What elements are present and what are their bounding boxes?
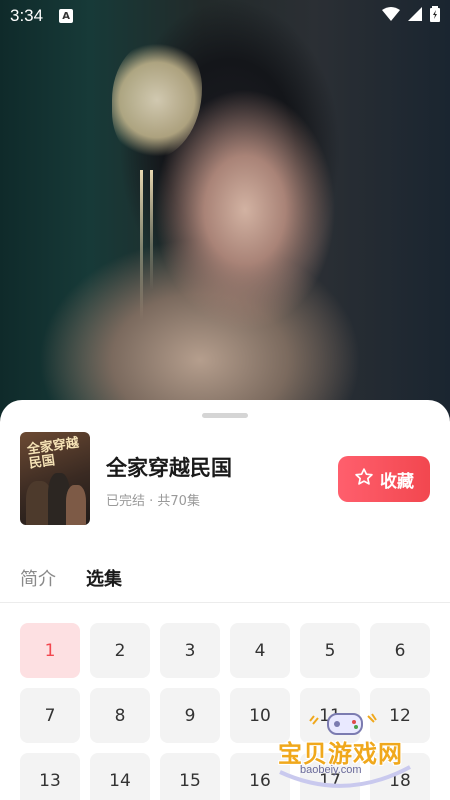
drama-player-screen: 3:34 A 全家穿越民国 全家穿越民国 已完结 · 共70集 收藏 简介 选集… bbox=[0, 0, 450, 800]
status-time: 3:34 bbox=[10, 6, 44, 25]
episode-item-1[interactable]: 1 bbox=[20, 623, 80, 678]
status-icons bbox=[382, 5, 440, 27]
tab-intro[interactable]: 简介 bbox=[20, 565, 56, 591]
episode-item-13[interactable]: 13 bbox=[20, 753, 80, 800]
drama-meta: 已完结 · 共70集 bbox=[106, 494, 200, 509]
status-bar: 3:34 A bbox=[0, 0, 450, 32]
episode-item-2[interactable]: 2 bbox=[90, 623, 150, 678]
episode-item-3[interactable]: 3 bbox=[160, 623, 220, 678]
battery-charging-icon bbox=[430, 5, 440, 27]
video-frame-detail bbox=[140, 170, 143, 320]
sheet-tabs: 简介 选集 bbox=[20, 565, 122, 591]
favorite-label: 收藏 bbox=[380, 471, 414, 492]
tab-episodes[interactable]: 选集 bbox=[86, 565, 122, 591]
video-player[interactable] bbox=[0, 0, 450, 420]
watermark-logo: 宝贝游戏网 baobeiy.com bbox=[270, 712, 420, 790]
notification-badge: A bbox=[59, 9, 74, 23]
favorite-button[interactable]: 收藏 bbox=[338, 456, 430, 502]
sheet-drag-handle[interactable] bbox=[202, 413, 248, 418]
episode-item-7[interactable]: 7 bbox=[20, 688, 80, 743]
video-frame-detail bbox=[112, 40, 202, 160]
cover-title: 全家穿越民国 bbox=[26, 435, 80, 472]
episode-item-6[interactable]: 6 bbox=[370, 623, 430, 678]
episode-item-5[interactable]: 5 bbox=[300, 623, 360, 678]
wifi-icon bbox=[382, 6, 400, 26]
episode-item-4[interactable]: 4 bbox=[230, 623, 290, 678]
signal-icon bbox=[408, 6, 422, 26]
drama-title: 全家穿越民国 bbox=[106, 456, 232, 480]
tabs-divider bbox=[0, 602, 450, 603]
cover-figure bbox=[66, 485, 86, 525]
drama-cover: 全家穿越民国 bbox=[20, 432, 90, 525]
episode-item-15[interactable]: 15 bbox=[160, 753, 220, 800]
star-outline-icon bbox=[354, 467, 374, 492]
video-frame-detail bbox=[150, 170, 153, 290]
episode-item-8[interactable]: 8 bbox=[90, 688, 150, 743]
watermark-url: baobeiy.com bbox=[300, 764, 362, 776]
episode-item-14[interactable]: 14 bbox=[90, 753, 150, 800]
episode-item-9[interactable]: 9 bbox=[160, 688, 220, 743]
